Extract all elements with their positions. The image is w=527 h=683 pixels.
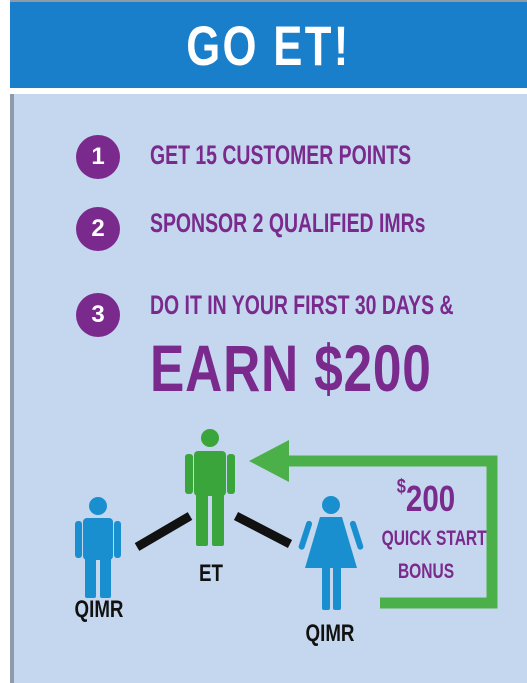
bonus-currency: $ — [396, 476, 406, 498]
et-label: ET — [199, 560, 223, 587]
bonus-value: 200 — [405, 478, 456, 519]
connector-left — [134, 512, 193, 551]
bonus-line-2: BONUS — [397, 560, 455, 583]
et-person-icon — [185, 429, 235, 546]
right-qimr-label: QIMR — [305, 620, 355, 647]
bonus-amount: $200 — [388, 476, 463, 520]
right-qimr-person-icon — [298, 496, 364, 610]
left-qimr-person-icon — [75, 497, 121, 598]
bonus-line-1: QUICK START — [381, 527, 487, 550]
left-qimr-label: QIMR — [74, 596, 124, 623]
connector-right — [233, 512, 293, 548]
